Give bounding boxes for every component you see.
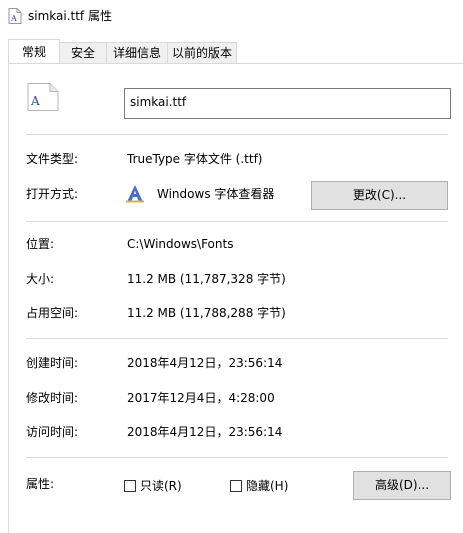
hidden-label[interactable]: 隐藏(H): [246, 478, 288, 494]
advanced-button[interactable]: 高级(D)...: [353, 471, 451, 500]
open-with-value: Windows 字体查看器: [157, 187, 275, 201]
font-file-icon: A: [8, 8, 22, 24]
separator: [26, 457, 448, 458]
attributes-label: 属性:: [26, 477, 55, 491]
location-label: 位置:: [26, 237, 55, 251]
modified-value: 2017年12月4日，4:28:00: [127, 391, 275, 405]
file-name-input[interactable]: simkai.ttf: [124, 88, 451, 119]
readonly-label[interactable]: 只读(R): [140, 478, 182, 494]
open-with-label: 打开方式:: [26, 187, 79, 201]
hidden-checkbox[interactable]: [230, 480, 242, 492]
tab-security[interactable]: 安全: [59, 42, 107, 63]
svg-text:A: A: [10, 14, 17, 23]
tab-details[interactable]: 详细信息: [106, 42, 168, 63]
accessed-value: 2018年4月12日，23:56:14: [127, 425, 283, 439]
readonly-checkbox[interactable]: [124, 480, 136, 492]
separator: [26, 338, 448, 339]
file-type-label: 文件类型:: [26, 152, 79, 166]
created-label: 创建时间:: [26, 356, 79, 370]
change-button[interactable]: 更改(C)...: [311, 181, 448, 210]
location-value: C:\Windows\Fonts: [127, 237, 234, 251]
svg-text:A: A: [30, 94, 40, 108]
separator: [26, 221, 448, 222]
size-value: 11.2 MB (11,787,328 字节): [127, 272, 286, 286]
created-value: 2018年4月12日，23:56:14: [127, 356, 283, 370]
window-title: simkai.ttf 属性: [28, 9, 112, 23]
modified-label: 修改时间:: [26, 391, 79, 405]
title-bar: A simkai.ttf 属性: [0, 0, 463, 32]
file-type-value: TrueType 字体文件 (.ttf): [127, 152, 263, 166]
font-file-large-icon: A: [27, 83, 59, 111]
size-on-disk-value: 11.2 MB (11,788,288 字节): [127, 306, 286, 320]
tab-previous-versions[interactable]: 以前的版本: [167, 42, 237, 63]
font-viewer-icon: [126, 185, 144, 203]
tab-strip: 常规 安全 详细信息 以前的版本: [0, 39, 463, 64]
separator: [26, 134, 448, 135]
tab-general[interactable]: 常规: [8, 39, 60, 64]
size-label: 大小:: [26, 272, 55, 286]
size-on-disk-label: 占用空间:: [26, 306, 79, 320]
accessed-label: 访问时间:: [26, 425, 79, 439]
